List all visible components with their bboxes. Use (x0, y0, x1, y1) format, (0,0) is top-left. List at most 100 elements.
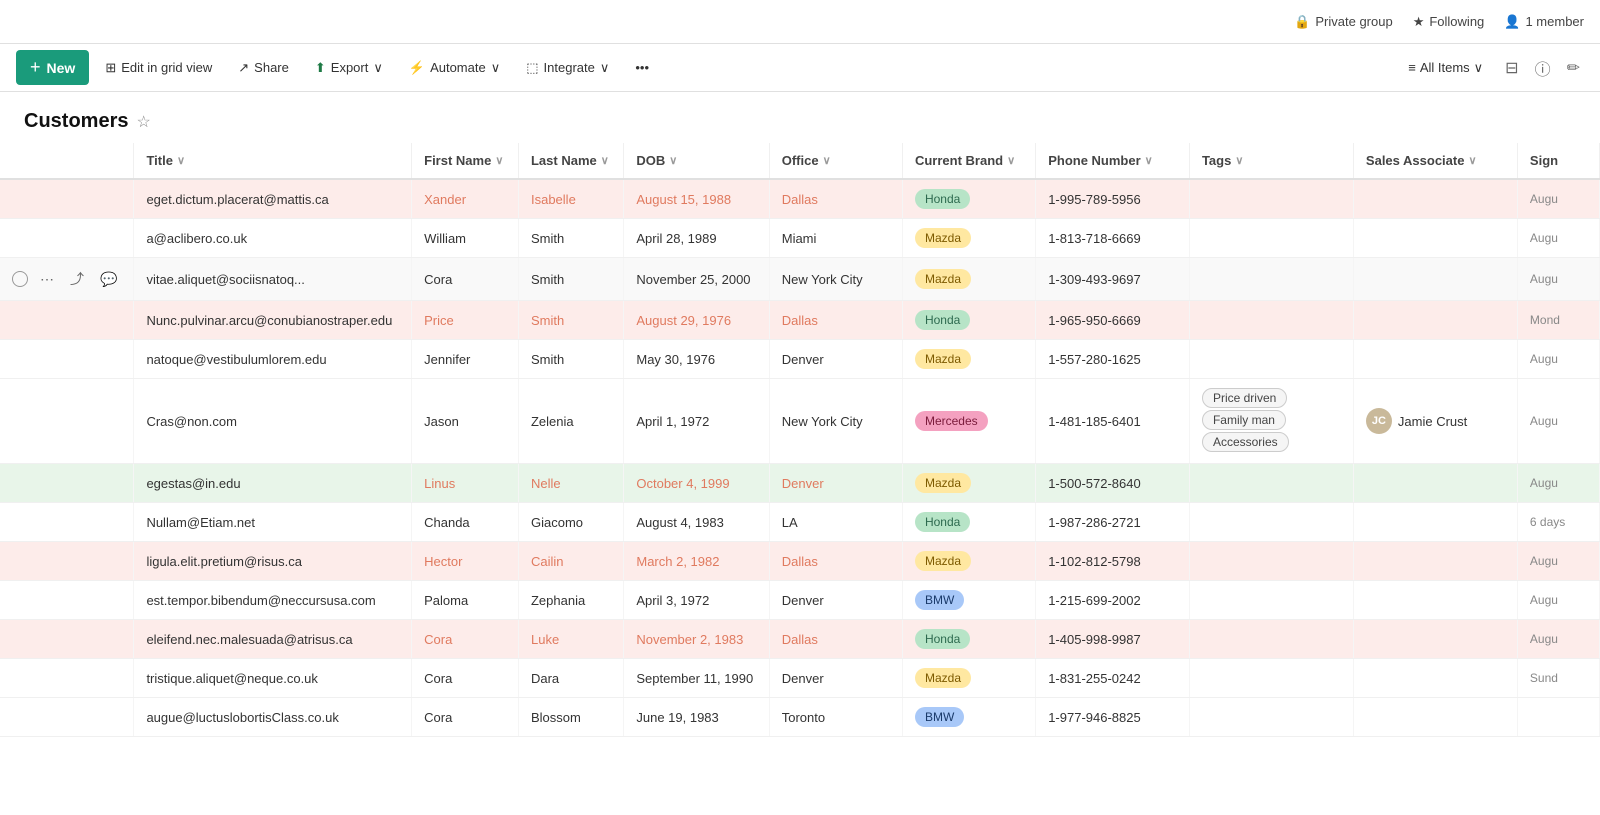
row-sign-date: Augu (1517, 219, 1599, 258)
export-chevron-icon: ∨ (373, 60, 383, 76)
export-button[interactable]: ⬆ Export ∨ (305, 55, 393, 81)
row-share-button[interactable]: ⤴ (66, 267, 88, 291)
row-title[interactable]: Nullam@Etiam.net (134, 503, 412, 542)
row-firstname: Jennifer (412, 340, 519, 379)
edit-grid-view-button[interactable]: ⊞ Edit in grid view (95, 55, 222, 81)
row-title[interactable]: natoque@vestibulumlorem.edu (134, 340, 412, 379)
members-label: 1 member (1525, 14, 1584, 29)
row-comment-button[interactable]: 💬 (96, 269, 121, 290)
following-btn[interactable]: ★ Following (1413, 14, 1485, 30)
row-sign-date: Augu (1517, 542, 1599, 581)
row-tags (1189, 581, 1353, 620)
row-brand: Honda (902, 620, 1035, 659)
row-office: Dallas (769, 620, 902, 659)
row-dob: November 2, 1983 (624, 620, 769, 659)
more-button[interactable]: ••• (625, 55, 659, 80)
following-label: Following (1429, 14, 1484, 29)
row-title[interactable]: Cras@non.com (134, 379, 412, 464)
col-sales[interactable]: Sales Associate ∨ (1353, 143, 1517, 179)
row-lastname: Zelenia (518, 379, 623, 464)
row-title[interactable]: vitae.aliquet@sociisnatoq... (134, 258, 412, 301)
row-tags (1189, 503, 1353, 542)
automate-button[interactable]: ⚡ Automate ∨ (399, 55, 510, 81)
row-sales (1353, 464, 1517, 503)
row-lastname: Zephania (518, 581, 623, 620)
share-label: Share (254, 60, 289, 75)
row-title[interactable]: eget.dictum.placerat@mattis.ca (134, 179, 412, 219)
row-brand: Mazda (902, 659, 1035, 698)
lastname-sort-icon: ∨ (601, 154, 609, 167)
sales-name: Jamie Crust (1398, 414, 1467, 429)
phone-col-label: Phone Number (1048, 153, 1140, 168)
row-tags (1189, 301, 1353, 340)
integrate-icon: ⬚ (526, 60, 538, 76)
row-dob: November 25, 2000 (624, 258, 769, 301)
table-row: Nunc.pulvinar.arcu@conubianostraper.eduP… (0, 301, 1600, 340)
favorite-star-icon[interactable]: ☆ (136, 112, 150, 132)
row-checkbox[interactable] (12, 271, 28, 287)
filter-button[interactable]: ⊟ (1501, 56, 1522, 80)
row-sign-date: Augu (1517, 379, 1599, 464)
title-col-label: Title (146, 153, 173, 168)
row-brand: Mazda (902, 340, 1035, 379)
row-dob: August 4, 1983 (624, 503, 769, 542)
row-sales (1353, 258, 1517, 301)
integrate-button[interactable]: ⬚ Integrate ∨ (516, 55, 619, 81)
col-brand[interactable]: Current Brand ∨ (902, 143, 1035, 179)
row-dob: April 3, 1972 (624, 581, 769, 620)
star-filled-icon: ★ (1413, 14, 1425, 30)
row-sales (1353, 301, 1517, 340)
row-dob: October 4, 1999 (624, 464, 769, 503)
row-title[interactable]: eleifend.nec.malesuada@atrisus.ca (134, 620, 412, 659)
table-row: egestas@in.eduLinusNelleOctober 4, 1999D… (0, 464, 1600, 503)
grid-icon: ⊞ (105, 60, 116, 76)
col-sign[interactable]: Sign (1517, 143, 1599, 179)
row-brand: Honda (902, 179, 1035, 219)
row-brand: Honda (902, 503, 1035, 542)
row-title[interactable]: augue@luctuslobortisClass.co.uk (134, 698, 412, 737)
col-dob[interactable]: DOB ∨ (624, 143, 769, 179)
all-items-button[interactable]: ≡ All Items ∨ (1398, 56, 1493, 80)
col-office[interactable]: Office ∨ (769, 143, 902, 179)
table-row: augue@luctuslobortisClass.co.ukCoraBloss… (0, 698, 1600, 737)
private-group[interactable]: 🔒 Private group (1294, 14, 1393, 30)
row-tags (1189, 340, 1353, 379)
row-lastname: Cailin (518, 542, 623, 581)
page-title: Customers (24, 110, 128, 133)
row-checkbox-cell: ⋯ ⤴ 💬 (0, 258, 134, 301)
col-phone[interactable]: Phone Number ∨ (1036, 143, 1190, 179)
members-btn[interactable]: 👤 1 member (1504, 14, 1584, 30)
row-dob: June 19, 1983 (624, 698, 769, 737)
row-tags (1189, 464, 1353, 503)
edit-grid-label: Edit in grid view (121, 60, 212, 75)
col-lastname[interactable]: Last Name ∨ (518, 143, 623, 179)
col-tags[interactable]: Tags ∨ (1189, 143, 1353, 179)
row-sign-date: Augu (1517, 340, 1599, 379)
row-brand: BMW (902, 698, 1035, 737)
col-firstname[interactable]: First Name ∨ (412, 143, 519, 179)
row-title[interactable]: Nunc.pulvinar.arcu@conubianostraper.edu (134, 301, 412, 340)
row-checkbox-cell (0, 219, 134, 258)
col-title[interactable]: Title ∨ (134, 143, 412, 179)
row-ellipsis-button[interactable]: ⋯ (36, 269, 58, 290)
row-title[interactable]: a@aclibero.co.uk (134, 219, 412, 258)
row-title[interactable]: tristique.aliquet@neque.co.uk (134, 659, 412, 698)
row-title[interactable]: est.tempor.bibendum@neccursusa.com (134, 581, 412, 620)
sign-col-label: Sign (1530, 153, 1558, 168)
brand-col-label: Current Brand (915, 153, 1003, 168)
row-checkbox-cell (0, 340, 134, 379)
row-sign-date (1517, 698, 1599, 737)
row-office: Dallas (769, 301, 902, 340)
brand-badge: Mazda (915, 551, 971, 571)
phone-sort-icon: ∨ (1145, 154, 1153, 167)
edit-button[interactable]: ✏ (1563, 56, 1584, 80)
row-title[interactable]: egestas@in.edu (134, 464, 412, 503)
share-button[interactable]: ↗ Share (228, 55, 299, 81)
new-button[interactable]: + New (16, 50, 89, 85)
info-button[interactable]: ⓘ (1531, 54, 1555, 82)
brand-badge: Honda (915, 629, 970, 649)
row-office: New York City (769, 258, 902, 301)
row-lastname: Nelle (518, 464, 623, 503)
row-checkbox-cell (0, 620, 134, 659)
row-title[interactable]: ligula.elit.pretium@risus.ca (134, 542, 412, 581)
